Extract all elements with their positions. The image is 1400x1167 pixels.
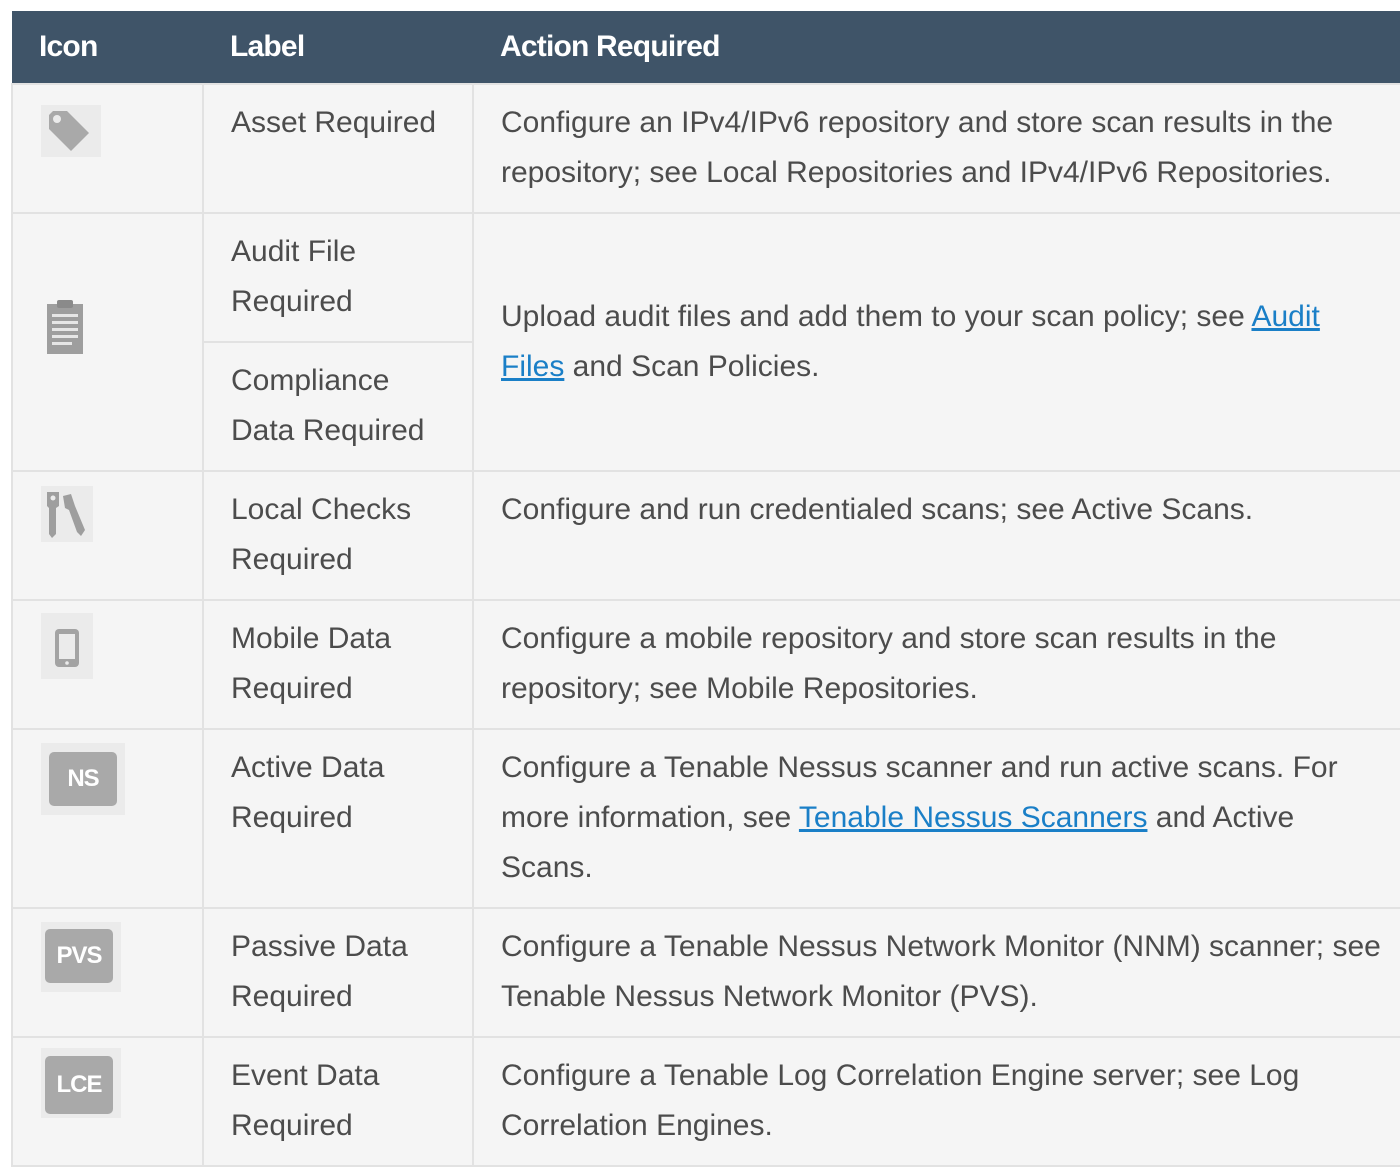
header-icon: Icon [39, 30, 98, 63]
row-action: Configure a Tenable Nessus Network Monit… [472, 907, 1400, 1038]
ns-icon-frame: NS [41, 743, 125, 815]
row-label: Event Data Required [202, 1036, 474, 1167]
row-label: Audit File Required [202, 212, 474, 343]
row-action: Configure a Tenable Log Correlation Engi… [472, 1036, 1400, 1167]
icon-cell [11, 470, 204, 601]
row-label: Local Checks Required [202, 470, 474, 601]
icon-cell [11, 83, 204, 214]
table-row: Asset Required Configure an IPv4/IPv6 re… [11, 83, 1400, 214]
row-action: Configure a mobile repository and store … [472, 599, 1400, 730]
row-action: Upload audit files and add them to your … [472, 212, 1400, 472]
icon-cell [11, 599, 204, 730]
clipboard-icon [47, 300, 83, 354]
row-action: Configure a Tenable Nessus scanner and r… [472, 728, 1400, 909]
action-text: Upload audit files and add them to your … [501, 299, 1252, 333]
row-label: Asset Required [202, 83, 474, 214]
table-row: Audit File Required Upload audit files a… [11, 212, 1400, 472]
tag-icon [41, 105, 101, 157]
table-row: Mobile Data Required Configure a mobile … [11, 599, 1400, 730]
ns-icon: NS [49, 752, 117, 806]
icon-cell: LCE [11, 1036, 204, 1167]
nessus-scanners-link[interactable]: Tenable Nessus Scanners [799, 801, 1148, 834]
icon-cell: NS [11, 728, 204, 909]
keys-icon [41, 486, 93, 542]
table-row: Local Checks Required Configure and run … [11, 470, 1400, 601]
action-text: and Scan Policies. [564, 349, 820, 383]
row-label: Compliance Data Required [202, 341, 474, 472]
header-action: Action Required [500, 30, 720, 63]
row-action: Configure an IPv4/IPv6 repository and st… [472, 83, 1400, 214]
table-row: PVS Passive Data Required Configure a Te… [11, 907, 1400, 1038]
table-header-row: Icon Label Action Required [12, 11, 1400, 84]
header-label: Label [230, 30, 305, 63]
lce-icon: LCE [45, 1056, 113, 1114]
row-label: Mobile Data Required [202, 599, 474, 730]
table-row: LCE Event Data Required Configure a Tena… [11, 1036, 1400, 1167]
icon-cell [11, 212, 204, 472]
row-label: Passive Data Required [202, 907, 474, 1038]
row-action: Configure and run credentialed scans; se… [472, 470, 1400, 601]
icon-cell: PVS [11, 907, 204, 1038]
pvs-icon: PVS [45, 929, 113, 983]
mobile-icon [41, 613, 93, 679]
pvs-icon-frame: PVS [41, 922, 121, 992]
row-label: Active Data Required [202, 728, 474, 909]
requirements-table: Icon Label Action Required Asset Require… [11, 11, 1400, 1167]
lce-icon-frame: LCE [41, 1048, 121, 1118]
table-row: NS Active Data Required Configure a Tena… [11, 728, 1400, 909]
